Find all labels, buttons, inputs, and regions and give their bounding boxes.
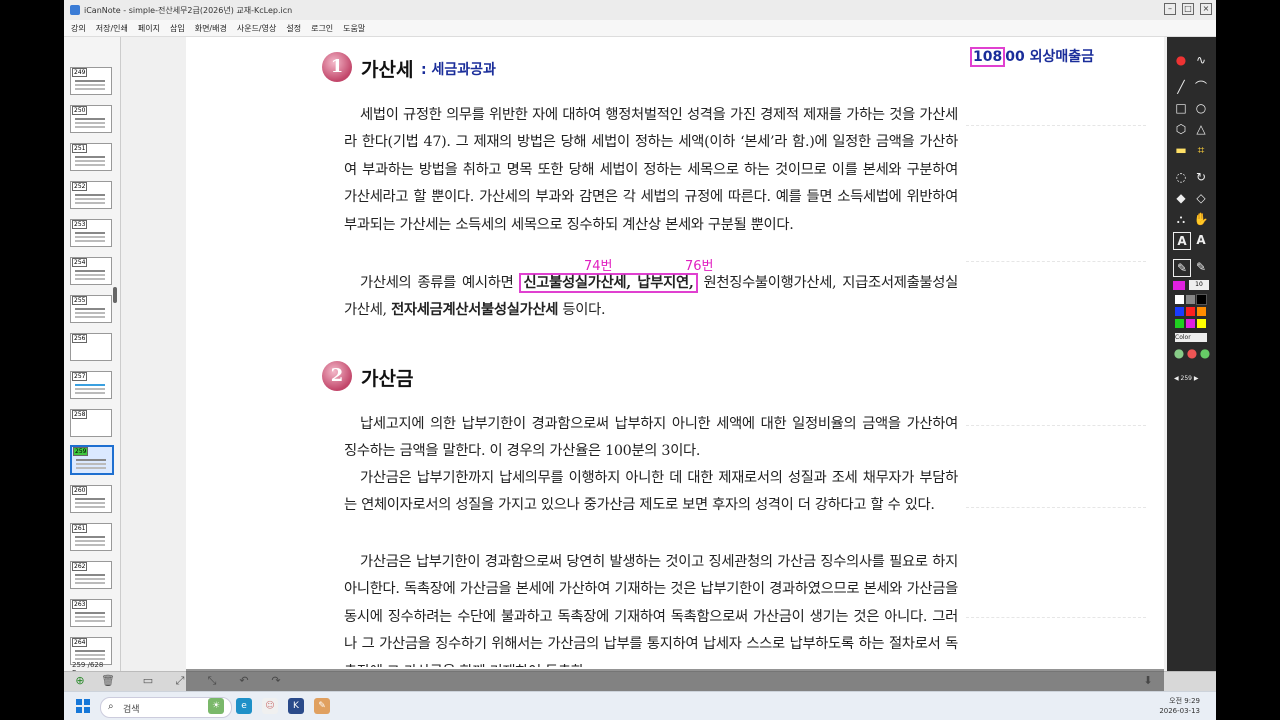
- weather-widget-icon[interactable]: ☀: [208, 698, 224, 714]
- color-gray[interactable]: [1186, 295, 1195, 304]
- color-blue[interactable]: [1175, 307, 1184, 316]
- thumb-258[interactable]: 258: [70, 409, 112, 437]
- thumb-251[interactable]: 251: [70, 143, 112, 171]
- maximize-button[interactable]: □: [1182, 3, 1194, 15]
- section-1-paragraph-2: 가산세의 종류를 예시하면 신고불성실가산세, 납부지연, 원천징수불이행가산세…: [344, 273, 958, 319]
- color-white[interactable]: [1175, 295, 1184, 304]
- window-title: iCanNote - simple-전산세무2급(2026년) 교재-KcLep…: [84, 5, 293, 15]
- next-page-icon[interactable]: ▶: [1192, 375, 1199, 382]
- minimize-button[interactable]: –: [1164, 3, 1176, 15]
- ruler-icon[interactable]: ⌗: [1193, 142, 1209, 158]
- color-yellow[interactable]: [1197, 319, 1206, 328]
- section-2-paragraph-1: 납세고지에 의한 납부기한이 경과함으로써 납부하지 아니한 세액에 대한 일정…: [344, 416, 958, 460]
- section-1-subtitle: : 세금과공과: [421, 62, 496, 78]
- windows-start-icon[interactable]: [76, 699, 90, 713]
- color-picker-button[interactable]: Color: [1175, 333, 1207, 342]
- circle-icon[interactable]: ○: [1193, 100, 1209, 116]
- menu-sound-video[interactable]: 사운드/영상: [237, 23, 277, 34]
- page-navigator: ◀ 259 ▶: [1174, 375, 1199, 382]
- document-page: 108 00 외상매출금 1 가산세 : 세금과공과 세법이 규정한 의무를 위반…: [186, 37, 1164, 671]
- color-black[interactable]: [1196, 294, 1207, 305]
- color-red[interactable]: [1186, 307, 1195, 316]
- pen-size-select[interactable]: 10: [1189, 280, 1209, 290]
- account-name: 00 외상매출금: [1005, 49, 1094, 65]
- section-1-paragraph-1: 세법이 규정한 의무를 위반한 자에 대하여 행정처벌적인 성격을 가진 경제적…: [344, 107, 958, 233]
- trash-icon[interactable]: 🗑: [100, 674, 116, 688]
- text-size-icon[interactable]: A: [1193, 232, 1209, 248]
- app-icon: [70, 5, 80, 15]
- hand-icon[interactable]: ✋: [1193, 211, 1209, 227]
- menu-save-print[interactable]: 저장/인쇄: [96, 23, 128, 34]
- color-orange[interactable]: [1197, 307, 1206, 316]
- line-icon[interactable]: ╱: [1173, 79, 1189, 95]
- rotate-icon[interactable]: ↻: [1193, 169, 1209, 185]
- bottom-overlay: [186, 669, 1164, 691]
- screen-icon[interactable]: ▭: [140, 674, 156, 688]
- lime-dot-icon[interactable]: ●: [1197, 345, 1213, 361]
- hexagon-icon[interactable]: ⬡: [1173, 121, 1189, 137]
- account-note: 108 00 외상매출금: [970, 46, 1094, 67]
- eraser-icon[interactable]: ◆: [1173, 190, 1189, 206]
- thumb-250[interactable]: 250: [70, 105, 112, 133]
- section-1-title: 가산세: [361, 59, 414, 81]
- taskbar: ⌕ 검색 ☀ e ☺ K ✎ 오전 9:29 2026-03-13: [64, 691, 1216, 720]
- highlighted-tax-types: 신고불성실가산세, 납부지연,: [519, 273, 698, 293]
- pen-icon[interactable]: ✎: [1173, 259, 1191, 277]
- menu-page[interactable]: 페이지: [138, 23, 160, 34]
- page-thumbnails: 249 250 251 252 253 254 255 256 257 258 …: [64, 37, 121, 677]
- section-1-badge: 1: [322, 52, 352, 82]
- thumb-259[interactable]: 259: [70, 445, 114, 475]
- current-color-swatch[interactable]: [1173, 281, 1185, 290]
- highlighter-icon[interactable]: ✎: [1193, 259, 1209, 275]
- menu-lecture[interactable]: 강의: [71, 23, 86, 34]
- text-icon[interactable]: A: [1173, 232, 1191, 250]
- curve-icon[interactable]: ∿: [1193, 52, 1209, 68]
- app-window: iCanNote - simple-전산세무2급(2026년) 교재-KcLep…: [64, 0, 1216, 720]
- section-2-paragraph-3: 가산금은 납부기한이 경과함으로써 당연히 발생하는 것이고 징세관청의 가산금…: [344, 554, 958, 667]
- app-person-icon[interactable]: ☺: [262, 698, 278, 714]
- menu-bar: 강의 저장/인쇄 페이지 삽입 화면/배경 사운드/영상 설정 로그인 도움말: [64, 20, 1216, 37]
- add-page-icon[interactable]: ⊕: [72, 674, 88, 688]
- section-2-title: 가산금: [361, 368, 414, 390]
- kclep-icon[interactable]: K: [288, 698, 304, 714]
- close-button[interactable]: ×: [1200, 3, 1212, 15]
- thumb-255[interactable]: 255: [70, 295, 112, 323]
- drawing-toolbar: ● ∿ ╱ ⌒ □ ○ ⬡ △ ▬ ⌗ ◌ ↻ ◆ ◇ ⛬ ✋ A A ✎ ✎ …: [1167, 37, 1216, 671]
- title-bar: iCanNote - simple-전산세무2급(2026년) 교재-KcLep…: [64, 0, 1216, 21]
- record-icon[interactable]: ●: [1173, 52, 1189, 68]
- thumb-260[interactable]: 260: [70, 485, 112, 513]
- system-clock: 오전 9:29 2026-03-13: [1159, 697, 1200, 715]
- color-magenta[interactable]: [1186, 319, 1195, 328]
- thumbnail-scrollbar[interactable]: [113, 287, 117, 303]
- thumb-249[interactable]: 249: [70, 67, 112, 95]
- thumb-263[interactable]: 263: [70, 599, 112, 627]
- section-2-badge: 2: [322, 361, 352, 391]
- sticky-note-icon[interactable]: ▬: [1173, 142, 1189, 158]
- arc-icon[interactable]: ⌒: [1193, 79, 1209, 95]
- search-icon: ⌕: [108, 701, 114, 712]
- menu-insert[interactable]: 삽입: [170, 23, 185, 34]
- menu-help[interactable]: 도움말: [343, 23, 365, 34]
- icannote-icon[interactable]: ✎: [314, 698, 330, 714]
- thumb-256[interactable]: 256: [70, 333, 112, 361]
- thumb-261[interactable]: 261: [70, 523, 112, 551]
- rectangle-icon[interactable]: □: [1173, 100, 1189, 116]
- thumb-253[interactable]: 253: [70, 219, 112, 247]
- section-2-paragraph-2: 가산금은 납부기한까지 납세의무를 이행하지 아니한 데 대한 제재로서의 성질…: [344, 470, 958, 514]
- menu-settings[interactable]: 설정: [286, 23, 301, 34]
- account-code-box: 108: [970, 47, 1006, 67]
- thumb-252[interactable]: 252: [70, 181, 112, 209]
- menu-login[interactable]: 로그인: [311, 23, 333, 34]
- edge-browser-icon[interactable]: e: [236, 698, 252, 714]
- menu-screen-background[interactable]: 화면/배경: [195, 23, 227, 34]
- lasso-icon[interactable]: ◌: [1173, 169, 1189, 185]
- shapes-icon[interactable]: ⛬: [1173, 211, 1189, 227]
- color-green[interactable]: [1175, 319, 1184, 328]
- eraser-all-icon[interactable]: ◇: [1193, 190, 1209, 206]
- thumb-257[interactable]: 257: [70, 371, 112, 399]
- triangle-icon[interactable]: △: [1193, 121, 1209, 137]
- thumb-262[interactable]: 262: [70, 561, 112, 589]
- thumb-254[interactable]: 254: [70, 257, 112, 285]
